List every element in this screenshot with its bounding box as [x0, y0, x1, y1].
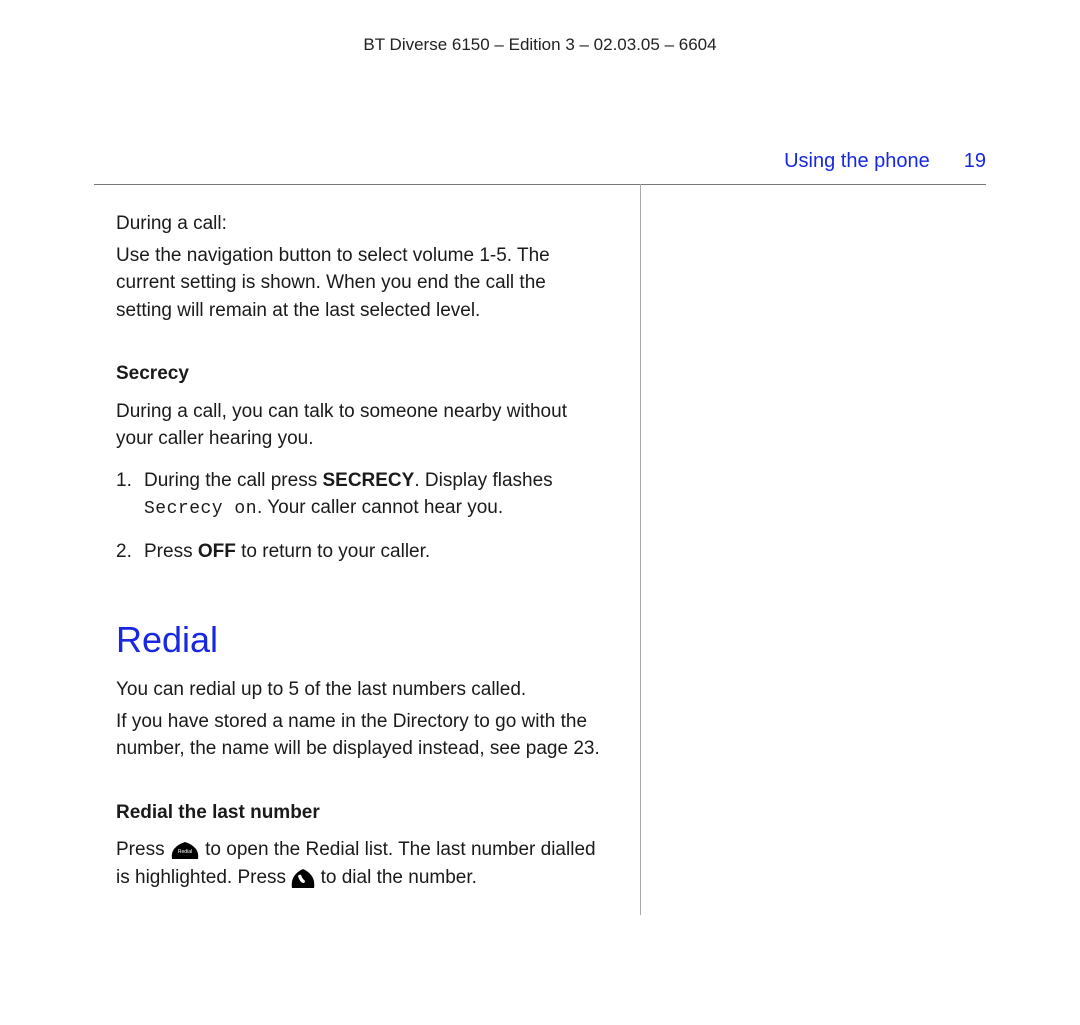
- manual-page: BT Diverse 6150 – Edition 3 – 02.03.05 –…: [0, 0, 1080, 1025]
- secrecy-step-1: During the call press SECRECY. Display f…: [116, 467, 606, 523]
- main-content-column: During a call: Use the navigation button…: [116, 210, 606, 905]
- secrecy-step-2: Press OFF to return to your caller.: [116, 538, 606, 566]
- redial-last-instruction: Press Redial to open the Redial list. Th…: [116, 836, 606, 891]
- svg-text:Redial: Redial: [178, 849, 192, 855]
- secrecy-steps: During the call press SECRECY. Display f…: [116, 467, 606, 566]
- secrecy-step-1-c: . Your caller cannot hear you.: [257, 497, 503, 518]
- redial-last-heading: Redial the last number: [116, 799, 606, 827]
- redial-para-2: If you have stored a name in the Directo…: [116, 708, 606, 763]
- secrecy-lcd-text: Secrecy on: [144, 499, 257, 519]
- call-button-icon: [291, 868, 315, 888]
- volume-paragraph: Use the navigation button to select volu…: [116, 242, 606, 325]
- redial-after-icon-2: to dial the number.: [315, 867, 477, 888]
- secrecy-key-label: SECRECY: [322, 470, 414, 491]
- page-number: 19: [964, 150, 986, 173]
- secrecy-step-1-b: . Display flashes: [414, 470, 552, 491]
- secrecy-step-2-a: Press: [144, 541, 198, 562]
- secrecy-step-2-b: to return to your caller.: [236, 541, 430, 562]
- redial-button-icon: Redial: [170, 841, 200, 859]
- redial-press-1: Press: [116, 839, 170, 860]
- secrecy-heading: Secrecy: [116, 360, 606, 388]
- header-rule: [94, 184, 986, 185]
- off-key-label: OFF: [198, 541, 236, 562]
- redial-para-1: You can redial up to 5 of the last numbe…: [116, 676, 606, 704]
- column-rule: [640, 184, 641, 915]
- secrecy-step-1-a: During the call press: [144, 470, 322, 491]
- running-head: BT Diverse 6150 – Edition 3 – 02.03.05 –…: [0, 35, 1080, 55]
- chapter-title-text: Using the phone: [784, 150, 930, 173]
- redial-heading: Redial: [116, 614, 606, 666]
- chapter-heading: Using the phone 19: [784, 150, 986, 173]
- secrecy-intro: During a call, you can talk to someone n…: [116, 398, 606, 453]
- during-call-lead: During a call:: [116, 210, 606, 238]
